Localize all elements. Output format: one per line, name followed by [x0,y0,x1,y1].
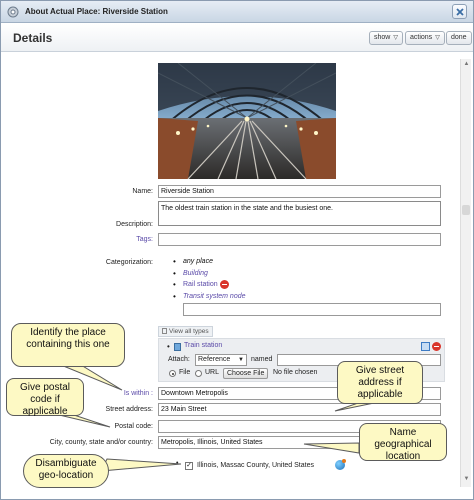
view-all-types-button[interactable]: View all types [158,326,213,337]
categorization-label: Categorization: [105,259,153,266]
category-label: Transit system node [183,292,246,300]
named-label: named [251,356,273,363]
attach-select-value: Reference [198,356,231,363]
details-header: Details show ▽ actions ▽ done [1,24,473,52]
chevron-down-icon: ▼ [238,357,244,363]
postal-label: Postal code: [114,423,153,430]
tags-field[interactable] [158,233,441,246]
callout-postal: Give postal code if applicable [6,378,84,417]
attach-select[interactable]: Reference ▼ [195,354,247,366]
file-radio[interactable] [169,370,176,377]
document-icon [174,343,181,351]
remove-icon[interactable] [219,279,229,289]
chevron-down-icon: ▽ [393,35,398,41]
name-label: Name: [132,188,153,195]
callout-name-geo: Name geographical location [359,423,447,462]
url-radio[interactable] [195,370,202,377]
done-button[interactable]: done [446,31,472,45]
category-label: Rail station [183,281,218,288]
bullet: • [167,342,170,351]
category-item[interactable]: Building [173,268,246,279]
show-button[interactable]: show ▽ [369,31,403,45]
choose-file-button[interactable]: Choose File [223,368,269,379]
view-all-types-label: View all types [169,328,209,335]
no-file-text: No file chosen [273,369,318,376]
page-title: Details [13,31,53,45]
actions-button[interactable]: actions ▽ [405,31,445,45]
description-label: Description: [116,221,153,228]
tags-label[interactable]: Tags: [136,236,153,243]
name-field[interactable]: Riverside Station [158,185,441,198]
globe-icon[interactable] [335,459,346,470]
category-item[interactable]: Rail station [173,279,246,290]
callout-identify: Identify the place containing this one [11,323,125,367]
url-option-label: URL [205,369,220,376]
description-field[interactable]: The oldest train station in the state an… [158,201,441,226]
close-button[interactable] [452,4,467,19]
bullet: • [176,460,179,467]
category-label: Building [183,269,208,277]
scroll-down-icon[interactable]: ▼ [462,476,471,485]
actions-label: actions [410,34,433,41]
category-item[interactable]: Transit system node [173,291,246,302]
settings-icon [7,6,19,18]
remove-icon[interactable] [432,342,441,351]
scroll-thumb[interactable] [462,205,470,215]
category-label: any place [183,258,213,265]
street-label: Street address: [105,406,153,413]
place-photo [158,63,336,179]
chevron-down-icon: ▽ [435,35,440,41]
close-icon [456,8,464,16]
geo-match-checkbox[interactable]: ✓ [185,462,193,470]
document-icon [162,328,167,334]
geo-match-text: Illinois, Massac County, United States [197,462,314,469]
title-bar: About Actual Place: Riverside Station [1,1,473,23]
scroll-up-icon[interactable]: ▲ [462,61,471,70]
callout-street: Give street address if applicable [337,361,423,404]
window-title: About Actual Place: Riverside Station [25,7,168,16]
city-label: City, county, state and/or country: [49,439,153,446]
is-within-label[interactable]: Is within : [124,390,153,397]
category-input[interactable] [183,303,441,316]
category-item: any place [173,256,246,267]
type-link[interactable]: Train station [184,342,222,349]
details-window: About Actual Place: Riverside Station De… [0,0,474,500]
callout-disambiguate: Disambiguate geo-location [23,454,109,488]
copy-icon[interactable] [421,342,430,351]
file-option-label: File [179,369,191,376]
category-list: any place Building Rail station Transit … [173,256,246,302]
attach-label: Attach: [168,356,190,363]
scrollbar[interactable]: ▲ ▼ [460,59,471,487]
show-label: show [374,34,391,41]
street-field[interactable]: 23 Main Street [158,403,441,416]
